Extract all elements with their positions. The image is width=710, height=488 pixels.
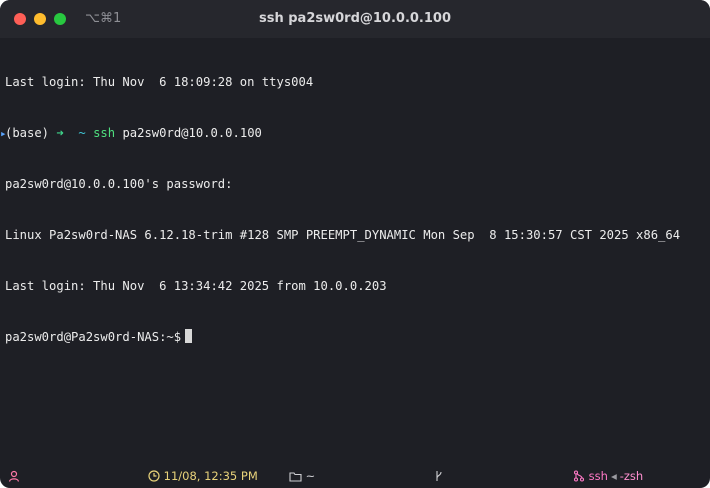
process-name: ssh	[588, 469, 608, 483]
terminal-line: Last login: Thu Nov 6 18:09:28 on ttys00…	[5, 74, 705, 91]
shell-name: -zsh	[619, 469, 644, 483]
terminal-line: pa2sw0rd@10.0.0.100's password:	[5, 176, 705, 193]
directory-text: ~	[305, 469, 316, 483]
separator-icon: ◂	[610, 469, 617, 483]
prompt-arrow-icon: ➜	[56, 126, 64, 140]
line-text: Last login: Thu Nov 6 18:09:28 on ttys00…	[5, 75, 314, 89]
terminal-line: Last login: Thu Nov 6 13:34:42 2025 from…	[5, 278, 705, 295]
folder-icon	[289, 472, 302, 482]
time-text: 11/08, 12:35 PM	[163, 469, 258, 483]
user-icon[interactable]	[8, 469, 20, 483]
status-time[interactable]: 11/08, 12:35 PM	[148, 469, 258, 483]
status-directory[interactable]: ~	[289, 469, 315, 483]
command-name: ssh	[93, 126, 116, 140]
prompt-marker-icon: ▸	[0, 127, 7, 140]
status-process[interactable]: ssh ◂ -zsh	[573, 469, 643, 483]
terminal-window: ⌥⌘1 ssh pa2sw0rd@10.0.0.100 Last login: …	[0, 0, 710, 488]
process-icon	[573, 470, 585, 482]
git-branch-icon[interactable]	[434, 469, 444, 483]
status-bar: 11/08, 12:35 PM ~ ssh ◂ -zsh	[0, 466, 710, 488]
text-cursor	[185, 329, 193, 343]
line-text: Last login: Thu Nov 6 13:34:42 2025 from…	[5, 279, 387, 293]
terminal-line: pa2sw0rd@Pa2sw0rd-NAS:~$	[5, 329, 705, 346]
clock-icon	[148, 470, 160, 482]
window-title: ssh pa2sw0rd@10.0.0.100	[258, 11, 452, 26]
terminal-line: Linux Pa2sw0rd-NAS 6.12.18-trim #128 SMP…	[5, 227, 705, 244]
prompt-dir: ~	[78, 126, 86, 140]
shell-prompt: pa2sw0rd@Pa2sw0rd-NAS:~$	[5, 330, 182, 344]
command-args: pa2sw0rd@10.0.0.100	[122, 126, 262, 140]
conda-env: (base)	[5, 126, 50, 140]
terminal-line: ▸ (base) ➜ ~ ssh pa2sw0rd@10.0.0.100	[0, 125, 705, 142]
terminal-output[interactable]: Last login: Thu Nov 6 18:09:28 on ttys00…	[0, 40, 705, 380]
title-bar: ⌥⌘1 ssh pa2sw0rd@10.0.0.100	[0, 0, 710, 38]
line-text: pa2sw0rd@10.0.0.100's password:	[5, 177, 233, 191]
line-text: Linux Pa2sw0rd-NAS 6.12.18-trim #128 SMP…	[5, 228, 681, 242]
